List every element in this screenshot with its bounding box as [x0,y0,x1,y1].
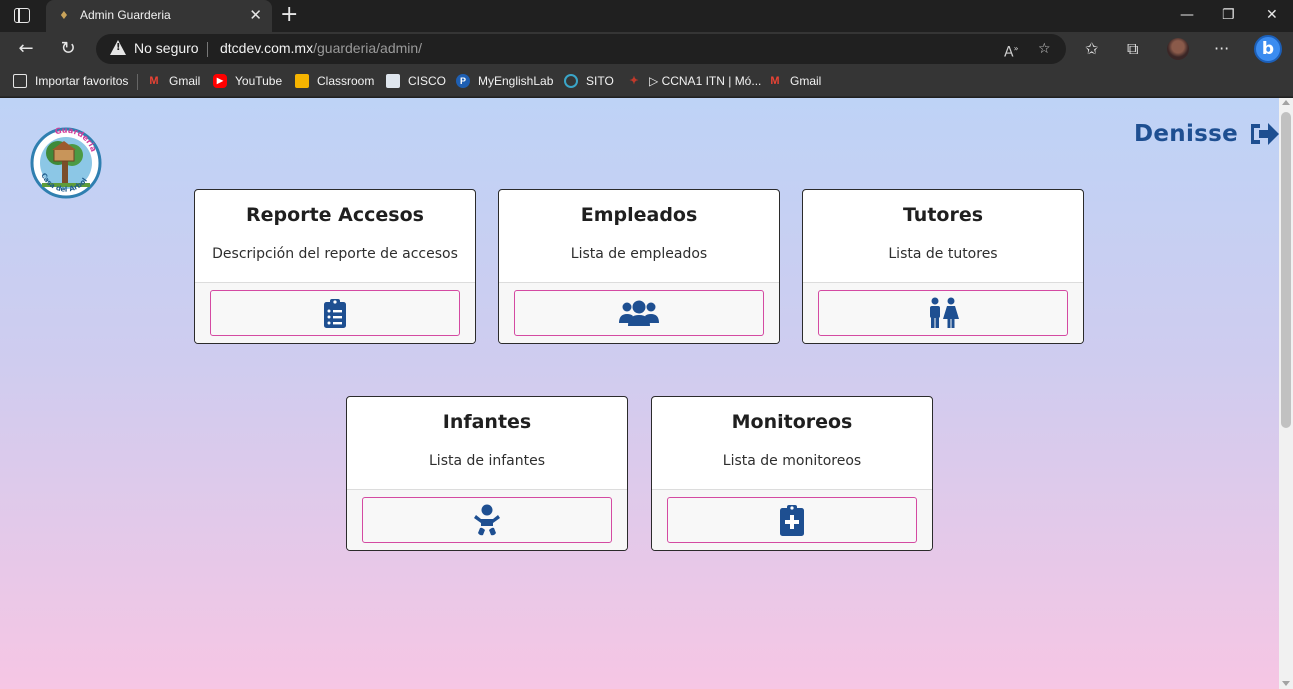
bookmark-ccna1[interactable]: ✦ ▷ CCNA1 ITN | Mó... [627,72,761,90]
add-favorite-icon[interactable]: ☆ [1038,39,1051,59]
bookmark-label: SITO [586,74,614,88]
card-footer [347,489,627,550]
tab-title: Admin Guarderia [80,8,171,22]
baby-icon [474,504,500,536]
card-infantes: Infantes Lista de infantes [346,396,628,551]
address-separator [207,42,208,57]
collections-icon[interactable]: ⧉ [1127,39,1138,59]
restore-icon[interactable]: ❐ [1222,5,1235,25]
close-window-icon[interactable]: ✕ [1266,5,1278,25]
scroll-down-icon[interactable] [1282,681,1290,686]
card-empleados: Empleados Lista de empleados [498,189,780,344]
bookmark-import-favorites[interactable]: Importar favoritos [13,72,128,90]
card-tutores: Tutores Lista de tutores [802,189,1084,344]
sidebar-toggle-icon[interactable] [14,8,30,23]
bookmark-gmail-2[interactable]: M Gmail [768,72,821,90]
open-empleados-button[interactable] [514,290,764,336]
cisco-icon [386,74,400,88]
gmail-icon: M [770,75,780,87]
new-tab-icon[interactable]: + [280,3,298,27]
card-title: Infantes [442,411,532,433]
scroll-thumb[interactable] [1281,112,1291,428]
users-icon [619,300,659,326]
warning-icon[interactable] [110,40,126,55]
bookmark-label: YouTube [235,74,283,88]
logout-link[interactable]: Denisse [1134,118,1279,150]
daycare-logo: Guarderia Casa del Arbol [28,125,104,201]
clipboard-list-icon [324,299,346,328]
user-name: Denisse [1134,121,1239,147]
page-viewport: Guarderia Casa del Arbol Denisse Reporte… [0,98,1279,689]
sito-icon [564,74,578,88]
card-description: Lista de tutores [888,246,998,262]
favorites-icon[interactable]: ✩ [1085,39,1098,59]
card-title: Monitoreos [731,411,853,433]
tab-favicon-icon: ♦ [59,9,69,22]
card-description: Lista de empleados [570,246,708,262]
open-monitoreos-button[interactable] [667,497,917,543]
bookmark-label: Importar favoritos [35,74,129,88]
bookmark-cisco[interactable]: CISCO [386,72,446,90]
myenglishlab-icon: P [456,74,470,88]
more-options-icon[interactable]: ··· [1214,39,1229,59]
restroom-icon [930,297,959,328]
security-label[interactable]: No seguro [134,40,199,56]
card-footer [499,282,779,343]
open-tutores-button[interactable] [818,290,1068,336]
url-host: dtcdev.com.mx [220,40,314,56]
close-tab-icon[interactable]: ✕ [249,6,262,24]
card-description: Descripción del reporte de accesos [212,246,458,262]
card-description: Lista de infantes [429,453,545,469]
logout-icon [1251,123,1279,145]
tab-bar: ♦ Admin Guarderia ✕ + — ❐ ✕ [0,0,1293,32]
minimize-icon[interactable]: — [1180,5,1194,25]
card-title: Tutores [902,204,984,226]
youtube-icon: ▶ [213,74,227,88]
card-footer [195,282,475,343]
browser-tab[interactable]: ♦ Admin Guarderia ✕ [46,0,272,32]
bookmark-gmail[interactable]: M Gmail [147,72,200,90]
bookmark-classroom[interactable]: Classroom [295,72,374,90]
bookmark-myenglishlab[interactable]: P MyEnglishLab [456,72,553,90]
bookmark-label: Classroom [317,74,375,88]
bookmark-label: CISCO [408,74,447,88]
card-footer [803,282,1083,343]
bing-icon[interactable]: b [1254,35,1282,63]
bookmark-youtube[interactable]: ▶ YouTube [213,72,282,90]
bookmark-label: MyEnglishLab [478,74,554,88]
bookmark-label: Gmail [169,74,201,88]
ccna-icon: ✦ [629,75,639,87]
url-path: /guarderia/admin/ [313,40,423,56]
open-reporte-accesos-button[interactable] [210,290,460,336]
gmail-icon: M [149,75,159,87]
card-title: Empleados [580,204,698,226]
scroll-up-icon[interactable] [1282,100,1290,105]
card-title: Reporte Accesos [246,204,424,226]
card-description: Lista de monitoreos [722,453,862,469]
import-icon [13,74,27,88]
bookmark-label: ▷ CCNA1 ITN | Mó... [649,74,762,88]
refresh-icon[interactable]: ↻ [56,37,80,61]
bookmark-sito[interactable]: SITO [564,72,614,90]
card-footer [652,489,932,550]
back-icon[interactable]: ← [14,37,38,61]
bookmark-label: Gmail [790,74,822,88]
bookmarks-bar: Importar favoritos M Gmail ▶ YouTube Class… [0,66,1293,97]
navigation-bar: ← ↻ No seguro dtcdev.com.mx/guarderia/ad… [0,32,1293,66]
url-text[interactable]: dtcdev.com.mx/guarderia/admin/ [220,40,422,56]
bookmark-separator [137,74,138,90]
classroom-icon [295,74,309,88]
profile-avatar[interactable] [1167,38,1189,60]
read-aloud-icon[interactable]: A» [1004,39,1018,63]
file-medical-icon [780,505,804,536]
card-reporte-accesos: Reporte Accesos Descripción del reporte … [194,189,476,344]
card-monitoreos: Monitoreos Lista de monitoreos [651,396,933,551]
vertical-scrollbar[interactable] [1279,98,1293,689]
address-bar[interactable]: No seguro dtcdev.com.mx/guarderia/admin/… [96,34,1066,64]
open-infantes-button[interactable] [362,497,612,543]
